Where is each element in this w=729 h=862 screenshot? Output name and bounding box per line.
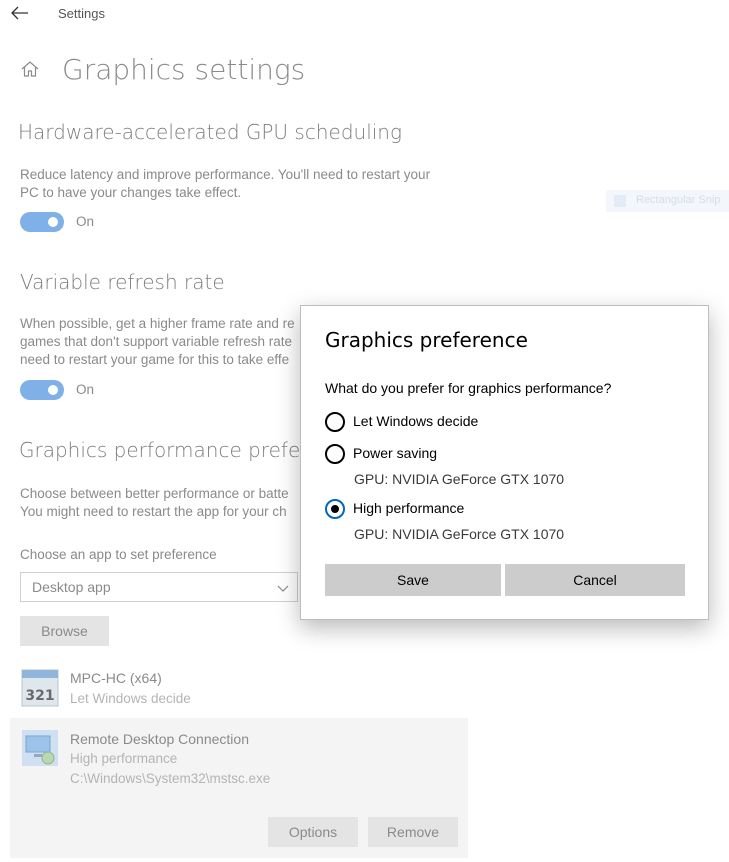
app-name: Remote Desktop Connection bbox=[70, 731, 249, 747]
browse-button[interactable]: Browse bbox=[20, 616, 109, 646]
snip-icon bbox=[614, 195, 626, 207]
chevron-down-icon bbox=[277, 585, 289, 592]
app-preference: High performance bbox=[70, 751, 178, 766]
option-label-let-windows-decide[interactable]: Let Windows decide bbox=[353, 413, 478, 429]
cancel-button[interactable]: Cancel bbox=[505, 564, 685, 596]
option-label-high-performance[interactable]: High performance bbox=[353, 500, 464, 516]
high-performance-gpu: GPU: NVIDIA GeForce GTX 1070 bbox=[354, 526, 565, 542]
svg-text:321: 321 bbox=[25, 688, 54, 704]
dialog-question: What do you prefer for graphics performa… bbox=[325, 380, 612, 396]
options-button[interactable]: Options bbox=[268, 817, 358, 847]
app-list-item[interactable]: 321 MPC-HC (x64) Let Windows decide bbox=[10, 662, 468, 714]
radio-let-windows-decide[interactable] bbox=[325, 412, 345, 432]
snip-tool-widget: Rectangular Snip bbox=[606, 190, 729, 212]
page-title: Graphics settings bbox=[62, 53, 306, 86]
app-path: C:\Windows\System32\mstsc.exe bbox=[70, 771, 271, 786]
snip-tool-label: Rectangular Snip bbox=[636, 194, 721, 206]
home-icon[interactable] bbox=[20, 59, 40, 79]
window-title: Settings bbox=[58, 6, 105, 21]
app-type-dropdown[interactable]: Desktop app bbox=[20, 572, 298, 602]
gpu-scheduling-description: Reduce latency and improve performance. … bbox=[20, 167, 431, 200]
app-list-item-selected[interactable]: Remote Desktop Connection High performan… bbox=[10, 718, 468, 858]
vrr-toggle[interactable] bbox=[20, 380, 64, 400]
choose-app-label: Choose an app to set preference bbox=[20, 547, 217, 562]
gpu-scheduling-toggle-label: On bbox=[76, 214, 95, 229]
vrr-heading: Variable refresh rate bbox=[20, 270, 225, 294]
save-button[interactable]: Save bbox=[325, 564, 501, 596]
option-label-power-saving[interactable]: Power saving bbox=[353, 445, 437, 461]
vrr-toggle-label: On bbox=[76, 382, 95, 397]
back-arrow-icon[interactable] bbox=[8, 4, 30, 22]
gpp-heading: Graphics performance preferenc bbox=[19, 438, 345, 462]
app-name: MPC-HC (x64) bbox=[70, 670, 162, 686]
graphics-preference-dialog: Graphics preference What do you prefer f… bbox=[300, 305, 709, 620]
radio-power-saving[interactable] bbox=[325, 444, 345, 464]
remove-button[interactable]: Remove bbox=[368, 817, 458, 847]
gpu-scheduling-heading: Hardware-accelerated GPU scheduling bbox=[18, 120, 402, 144]
dialog-title: Graphics preference bbox=[325, 328, 528, 352]
power-saving-gpu: GPU: NVIDIA GeForce GTX 1070 bbox=[354, 471, 565, 487]
radio-high-performance[interactable] bbox=[325, 499, 345, 519]
remote-desktop-icon bbox=[22, 730, 58, 766]
app-preference: Let Windows decide bbox=[70, 691, 191, 706]
mpc-hc-icon: 321 bbox=[21, 669, 59, 707]
app-type-dropdown-value: Desktop app bbox=[32, 579, 111, 595]
gpu-scheduling-toggle[interactable] bbox=[20, 212, 64, 232]
